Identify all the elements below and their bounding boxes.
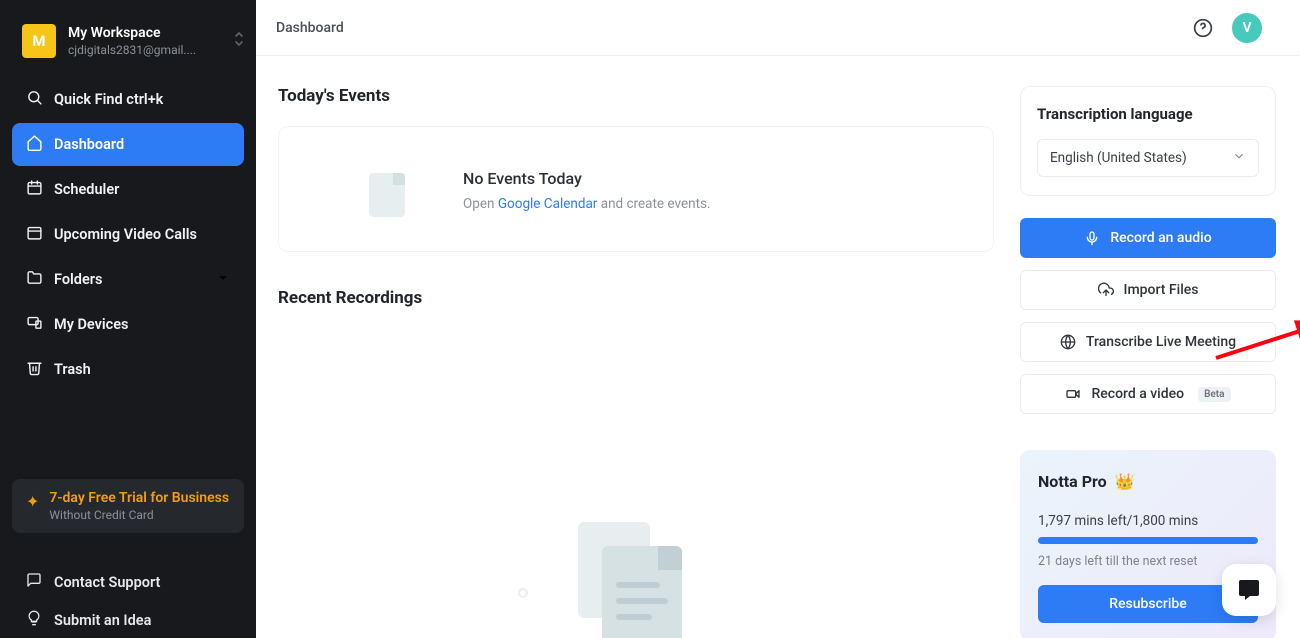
transcription-language-select[interactable]: English (United States) xyxy=(1037,139,1259,177)
crown-icon: 👑 xyxy=(1115,472,1135,491)
events-card: No Events Today Open Google Calendar and… xyxy=(278,126,994,252)
video-icon xyxy=(1065,386,1081,402)
chevron-down-icon[interactable] xyxy=(216,271,230,289)
sidebar: M My Workspace cjdigitals2831@gmail.... … xyxy=(0,0,256,638)
upload-cloud-icon xyxy=(1098,282,1114,298)
globe-icon xyxy=(1060,334,1076,350)
pro-usage-bar xyxy=(1038,537,1258,544)
sparkle-icon: ✦ xyxy=(26,492,39,522)
transcribe-meeting-button[interactable]: Transcribe Live Meeting xyxy=(1020,322,1276,362)
import-files-button[interactable]: Import Files xyxy=(1020,270,1276,310)
events-heading: Today's Events xyxy=(278,86,994,106)
free-trial-card[interactable]: ✦ 7-day Free Trial for Business Without … xyxy=(12,479,244,533)
chevron-up-down-icon xyxy=(234,31,244,51)
sidebar-item-label: Folders xyxy=(54,271,102,288)
trial-title: 7-day Free Trial for Business xyxy=(49,490,229,506)
sidebar-item-upcoming[interactable]: Upcoming Video Calls xyxy=(12,213,244,256)
workspace-name: My Workspace xyxy=(68,25,234,41)
sidebar-item-trash[interactable]: Trash xyxy=(12,348,244,391)
sidebar-item-dashboard[interactable]: Dashboard xyxy=(12,123,244,166)
sidebar-item-submit-idea[interactable]: Submit an Idea xyxy=(12,601,244,638)
sidebar-item-label: Upcoming Video Calls xyxy=(54,226,197,243)
google-calendar-link[interactable]: Google Calendar xyxy=(498,196,598,212)
help-button[interactable] xyxy=(1192,17,1214,39)
pro-title: Notta Pro xyxy=(1038,472,1107,491)
sidebar-item-label: My Devices xyxy=(54,316,129,333)
sidebar-item-devices[interactable]: My Devices xyxy=(12,303,244,346)
sidebar-item-scheduler[interactable]: Scheduler xyxy=(12,168,244,211)
page-title: Dashboard xyxy=(276,20,344,36)
events-empty-title: No Events Today xyxy=(463,169,711,188)
plus-icon[interactable] xyxy=(216,316,230,334)
lightbulb-icon xyxy=(26,610,42,630)
workspace-avatar: M xyxy=(22,24,56,58)
folder-icon xyxy=(26,269,43,290)
pro-minutes: 1,797 mins left/1,800 mins xyxy=(1038,513,1258,529)
chat-widget-button[interactable] xyxy=(1222,564,1276,616)
sidebar-item-folders[interactable]: Folders xyxy=(12,258,244,301)
sidebar-item-contact-support[interactable]: Contact Support xyxy=(12,563,244,601)
sidebar-item-label: Trash xyxy=(54,361,91,378)
sidebar-item-quickfind[interactable]: Quick Find ctrl+k xyxy=(12,78,244,121)
beta-badge: Beta xyxy=(1198,387,1230,402)
chat-icon xyxy=(26,572,42,592)
workspace-switcher[interactable]: M My Workspace cjdigitals2831@gmail.... xyxy=(0,0,256,78)
search-icon xyxy=(26,89,43,110)
trial-sub: Without Credit Card xyxy=(49,508,229,522)
home-icon xyxy=(26,134,43,155)
transcription-language-panel: Transcription language English (United S… xyxy=(1020,86,1276,196)
transcription-language-label: Transcription language xyxy=(1037,105,1259,123)
language-value: English (United States) xyxy=(1050,150,1187,166)
plus-icon[interactable] xyxy=(194,271,208,289)
user-avatar[interactable]: V xyxy=(1232,13,1262,43)
record-video-button[interactable]: Record a video Beta xyxy=(1020,374,1276,414)
trash-icon xyxy=(26,359,43,380)
topbar: Dashboard V xyxy=(256,0,1300,56)
video-calendar-icon xyxy=(26,224,43,245)
calendar-icon xyxy=(26,179,43,200)
recordings-empty-state xyxy=(278,328,994,638)
pro-reset-text: 21 days left till the next reset xyxy=(1038,554,1258,569)
microphone-icon xyxy=(1084,230,1100,246)
chevron-down-icon xyxy=(1232,149,1246,167)
sidebar-item-label: Scheduler xyxy=(54,181,119,198)
recordings-heading: Recent Recordings xyxy=(278,288,994,308)
record-audio-button[interactable]: Record an audio xyxy=(1020,218,1276,258)
devices-icon xyxy=(26,314,43,335)
sidebar-item-label: Dashboard xyxy=(54,136,124,153)
workspace-email: cjdigitals2831@gmail.... xyxy=(68,43,234,57)
empty-events-illustration xyxy=(349,159,413,221)
events-empty-sub: Open Google Calendar and create events. xyxy=(463,196,711,212)
sidebar-item-label: Quick Find ctrl+k xyxy=(54,91,163,108)
